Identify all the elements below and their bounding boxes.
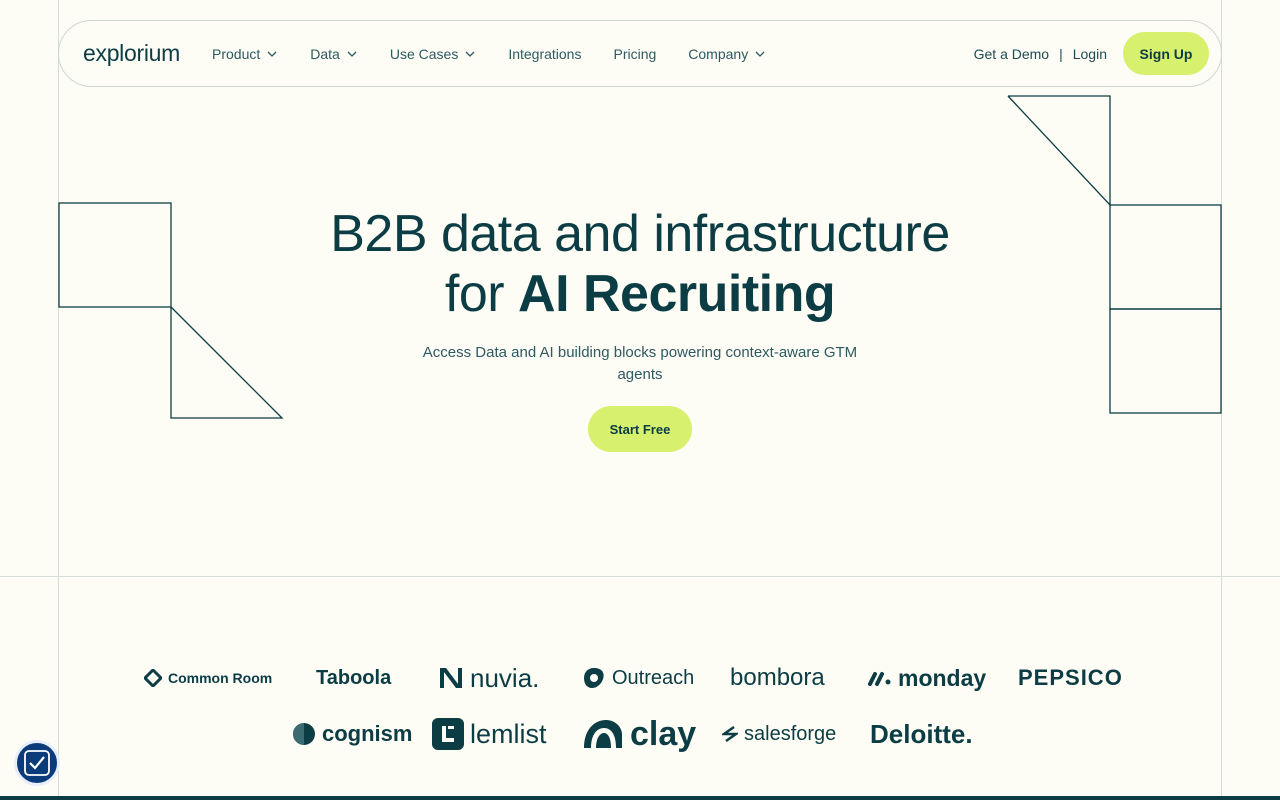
logo-outreach-text: Outreach	[612, 666, 695, 689]
lemlist-icon	[432, 718, 464, 750]
logo-lemlist-text: lemlist	[470, 718, 547, 749]
logo-nuvia: nuvia.	[438, 663, 582, 694]
menu-use-cases-label: Use Cases	[389, 45, 459, 62]
outreach-icon	[582, 666, 606, 690]
logo-cognism: cognism	[292, 721, 432, 747]
explorium-logo[interactable]: explorium	[83, 40, 180, 67]
logo-pepsico: PEPSICO	[1018, 665, 1123, 691]
customer-logos-row-1: Common Room Taboola nuvia. Outreach bomb…	[144, 660, 1123, 696]
accessibility-check-icon	[24, 750, 50, 776]
common-room-icon	[144, 669, 162, 687]
customer-logos-row-2: cognism lemlist clay salesforge Deloitte…	[292, 714, 973, 754]
logo-deloitte-text: Deloitte.	[870, 718, 973, 749]
main-menu: Product Data Use Cases Integrations Pric…	[212, 46, 798, 62]
chevron-down-icon	[267, 51, 277, 57]
cognism-icon	[292, 722, 316, 746]
sign-up-button[interactable]: Sign Up	[1123, 32, 1209, 75]
logo-monday: monday	[868, 665, 1018, 692]
logo-bombora: bombora	[730, 664, 868, 692]
menu-company[interactable]: Company	[688, 46, 766, 62]
login-link[interactable]: Login	[1073, 46, 1107, 62]
hero-title-highlight: AI Recruiting	[518, 265, 836, 323]
menu-data[interactable]: Data	[310, 46, 358, 62]
clay-icon	[582, 718, 624, 750]
top-navigation: explorium Product Data Use Cases Integra…	[58, 20, 1222, 87]
logo-pepsico-text: PEPSICO	[1018, 665, 1123, 690]
hero-title: B2B data and infrastructure for AI Recru…	[0, 204, 1280, 324]
footer-edge	[0, 796, 1280, 800]
logo-salesforge: salesforge	[722, 723, 870, 746]
logo-monday-text: monday	[898, 664, 987, 691]
accessibility-widget-button[interactable]	[14, 740, 60, 786]
get-demo-link[interactable]: Get a Demo	[974, 46, 1049, 62]
menu-product[interactable]: Product	[212, 46, 278, 62]
menu-company-label: Company	[688, 45, 749, 62]
logo-common-room-text: Common Room	[168, 670, 273, 686]
logo-taboola-text: Taboola	[316, 666, 392, 689]
hero-subtitle: Access Data and AI building blocks power…	[422, 344, 858, 383]
logo-outreach: Outreach	[582, 666, 730, 690]
nav-separator: |	[1059, 45, 1063, 62]
menu-use-cases[interactable]: Use Cases	[390, 46, 476, 62]
logo-clay-text: clay	[630, 714, 697, 753]
hero-title-prefix: for	[444, 265, 519, 323]
nuvia-icon	[438, 666, 464, 690]
logo-salesforge-text: salesforge	[744, 722, 837, 745]
menu-pricing[interactable]: Pricing	[613, 46, 656, 62]
logo-common-room: Common Room	[144, 669, 316, 687]
chevron-down-icon	[465, 51, 475, 57]
monday-icon	[868, 670, 892, 686]
chevron-down-icon	[755, 51, 765, 57]
logo-cognism-text: cognism	[322, 721, 413, 746]
start-free-button[interactable]: Start Free	[588, 406, 692, 452]
menu-integrations-label: Integrations	[508, 45, 582, 62]
menu-product-label: Product	[212, 45, 261, 62]
logo-taboola: Taboola	[316, 667, 438, 690]
salesforge-icon	[722, 725, 738, 743]
chevron-down-icon	[347, 51, 357, 57]
logo-deloitte: Deloitte.	[870, 719, 973, 750]
logo-clay: clay	[582, 715, 722, 754]
logo-bombora-text: bombora	[730, 664, 825, 691]
hero-title-line1: B2B data and infrastructure	[330, 205, 950, 263]
logo-lemlist: lemlist	[432, 718, 582, 750]
logo-nuvia-text: nuvia.	[470, 662, 540, 693]
menu-data-label: Data	[310, 45, 340, 62]
menu-pricing-label: Pricing	[613, 45, 657, 62]
nav-actions: Get a Demo | Login Sign Up	[974, 32, 1209, 75]
menu-integrations[interactable]: Integrations	[508, 46, 581, 62]
